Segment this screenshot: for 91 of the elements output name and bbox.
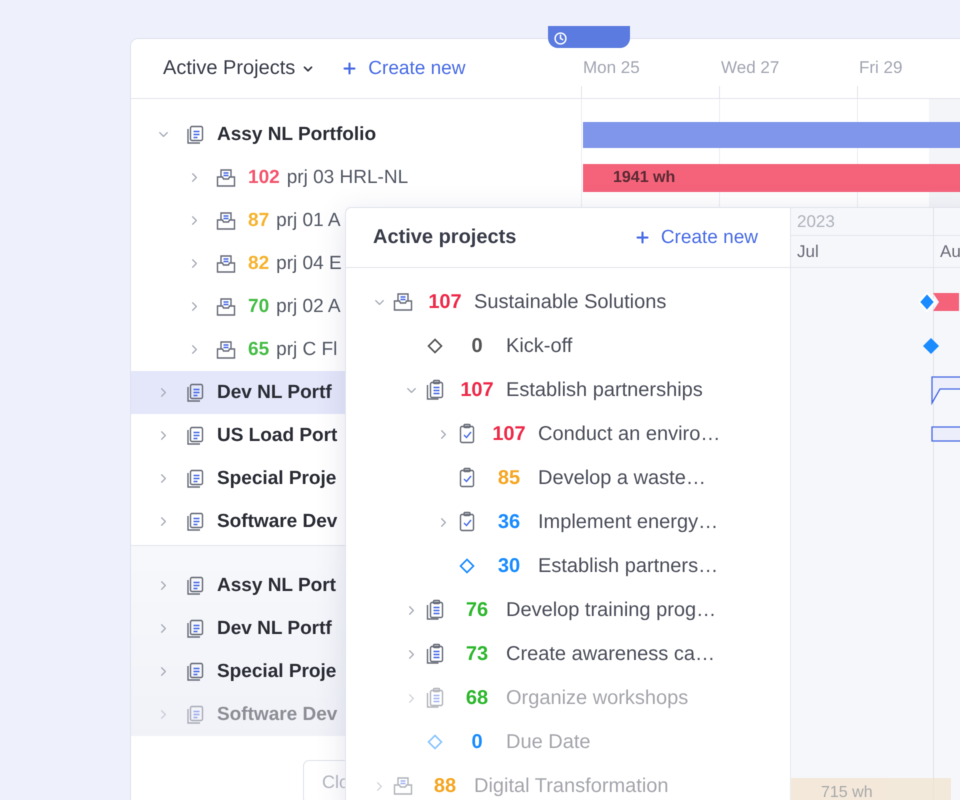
clipboard-stack-icon	[424, 379, 446, 401]
item-name: prj 02 A	[276, 296, 341, 318]
score-number: 107	[459, 378, 495, 402]
month-label: Jul	[796, 241, 820, 263]
score-number: 0	[470, 730, 484, 754]
item-name: Software Dev	[217, 704, 338, 726]
tree-row[interactable]: 0 Kick-off	[346, 324, 791, 368]
score-number: 82	[248, 252, 270, 274]
tree-row[interactable]: Assy NL Port	[131, 564, 345, 607]
panel-title: Active projects	[373, 226, 516, 249]
tree-row[interactable]: 107 Establish partnerships	[346, 368, 791, 412]
diamond-icon	[459, 558, 475, 574]
milestone-diamond[interactable]	[922, 337, 940, 355]
item-name: US Load Port	[217, 424, 338, 446]
item-name: Establish partners…	[538, 554, 718, 578]
item-name: Kick-off	[506, 334, 572, 358]
view-dropdown[interactable]: Active Projects	[163, 57, 316, 80]
clipboard-stack-icon	[424, 687, 446, 709]
tree-row[interactable]: 107 Conduct an enviro…	[346, 412, 791, 456]
milestone-task-bar[interactable]	[919, 290, 959, 314]
item-name: Create awareness ca…	[506, 642, 715, 666]
tray-document-icon	[215, 166, 237, 188]
item-name: prj 03 HRL-NL	[286, 166, 408, 188]
item-name: Dev NL Portf	[217, 382, 332, 404]
tree-row[interactable]: 36 Implement energy…	[346, 500, 791, 544]
month-label: Au	[933, 236, 960, 268]
bar-label: 715 wh	[821, 784, 873, 800]
tray-document-icon	[215, 338, 237, 360]
item-name: Software Dev	[217, 510, 338, 532]
clock-icon	[554, 32, 567, 45]
score-number: 107	[491, 422, 527, 446]
day-label: Fri 29	[858, 58, 904, 79]
item-name: Sustainable Solutions	[474, 290, 666, 314]
plus-icon	[634, 229, 651, 246]
tree-row[interactable]: 76 Develop training prog…	[346, 588, 791, 632]
item-name: Establish partnerships	[506, 378, 703, 402]
tree-row[interactable]: Special Proje	[131, 650, 345, 693]
item-name: prj 04 E	[276, 252, 342, 274]
group-outline-bar[interactable]	[931, 375, 960, 405]
score-number: 36	[496, 510, 522, 534]
tree-row[interactable]: 85 Develop a waste…	[346, 456, 791, 500]
score-number: 85	[496, 466, 522, 490]
year-label: 2023	[791, 208, 960, 236]
tray-document-icon	[215, 252, 237, 274]
clipboard-stack-icon	[424, 599, 446, 621]
score-number: 68	[464, 686, 490, 710]
score-number: 65	[248, 338, 270, 360]
plus-icon	[341, 60, 358, 77]
item-name: Develop a waste…	[538, 466, 706, 490]
score-number: 102	[248, 166, 280, 188]
diamond-icon	[427, 734, 443, 750]
tree-row[interactable]: 30 Establish partners…	[346, 544, 791, 588]
tree-row[interactable]: Dev NL Portf	[131, 607, 345, 650]
item-name: Dev NL Portf	[217, 618, 332, 640]
item-name: Digital Transformation	[474, 774, 669, 798]
item-name: Assy NL Portfolio	[217, 124, 376, 146]
diamond-icon	[427, 338, 443, 354]
day-label: Mon 25	[582, 58, 641, 79]
score-number: 0	[470, 334, 484, 358]
create-new-link[interactable]: Create new	[341, 58, 466, 80]
item-name: Special Proje	[217, 468, 336, 490]
item-name: Assy NL Port	[217, 574, 336, 596]
day-label: Wed 27	[720, 58, 780, 79]
clipboard-stack-icon	[424, 643, 446, 665]
score-number: 88	[432, 774, 458, 798]
score-number: 70	[248, 296, 270, 318]
tree-row[interactable]: Assy NL Portfolio	[131, 113, 408, 156]
create-new-link[interactable]: Create new	[634, 226, 758, 248]
score-number: 87	[248, 210, 270, 232]
item-name: Implement energy…	[538, 510, 718, 534]
tray-document-icon	[392, 291, 414, 313]
item-name: Organize workshops	[506, 686, 688, 710]
tree-row[interactable]: 107 Sustainable Solutions	[346, 280, 791, 324]
item-name: prj 01 A	[276, 210, 341, 232]
score-number: 107	[427, 290, 463, 314]
score-number: 73	[464, 642, 490, 666]
item-name: Conduct an enviro…	[538, 422, 720, 446]
tray-document-icon	[215, 296, 237, 318]
item-name: Special Proje	[217, 660, 336, 682]
bar-label: 1941 wh	[613, 168, 676, 186]
task-bar[interactable]: 1941 wh	[583, 164, 960, 192]
tree-row[interactable]: 73 Create awareness ca…	[346, 632, 791, 676]
tray-document-icon	[392, 775, 414, 797]
tray-document-icon	[215, 210, 237, 232]
task-outline-bar[interactable]	[931, 426, 960, 442]
item-name: Develop training prog…	[506, 598, 716, 622]
score-number: 76	[464, 598, 490, 622]
item-name: Due Date	[506, 730, 590, 754]
score-number: 30	[496, 554, 522, 578]
item-name: prj C Fl	[276, 338, 338, 360]
tree-row[interactable]: 102 prj 03 HRL-NL	[131, 156, 408, 199]
